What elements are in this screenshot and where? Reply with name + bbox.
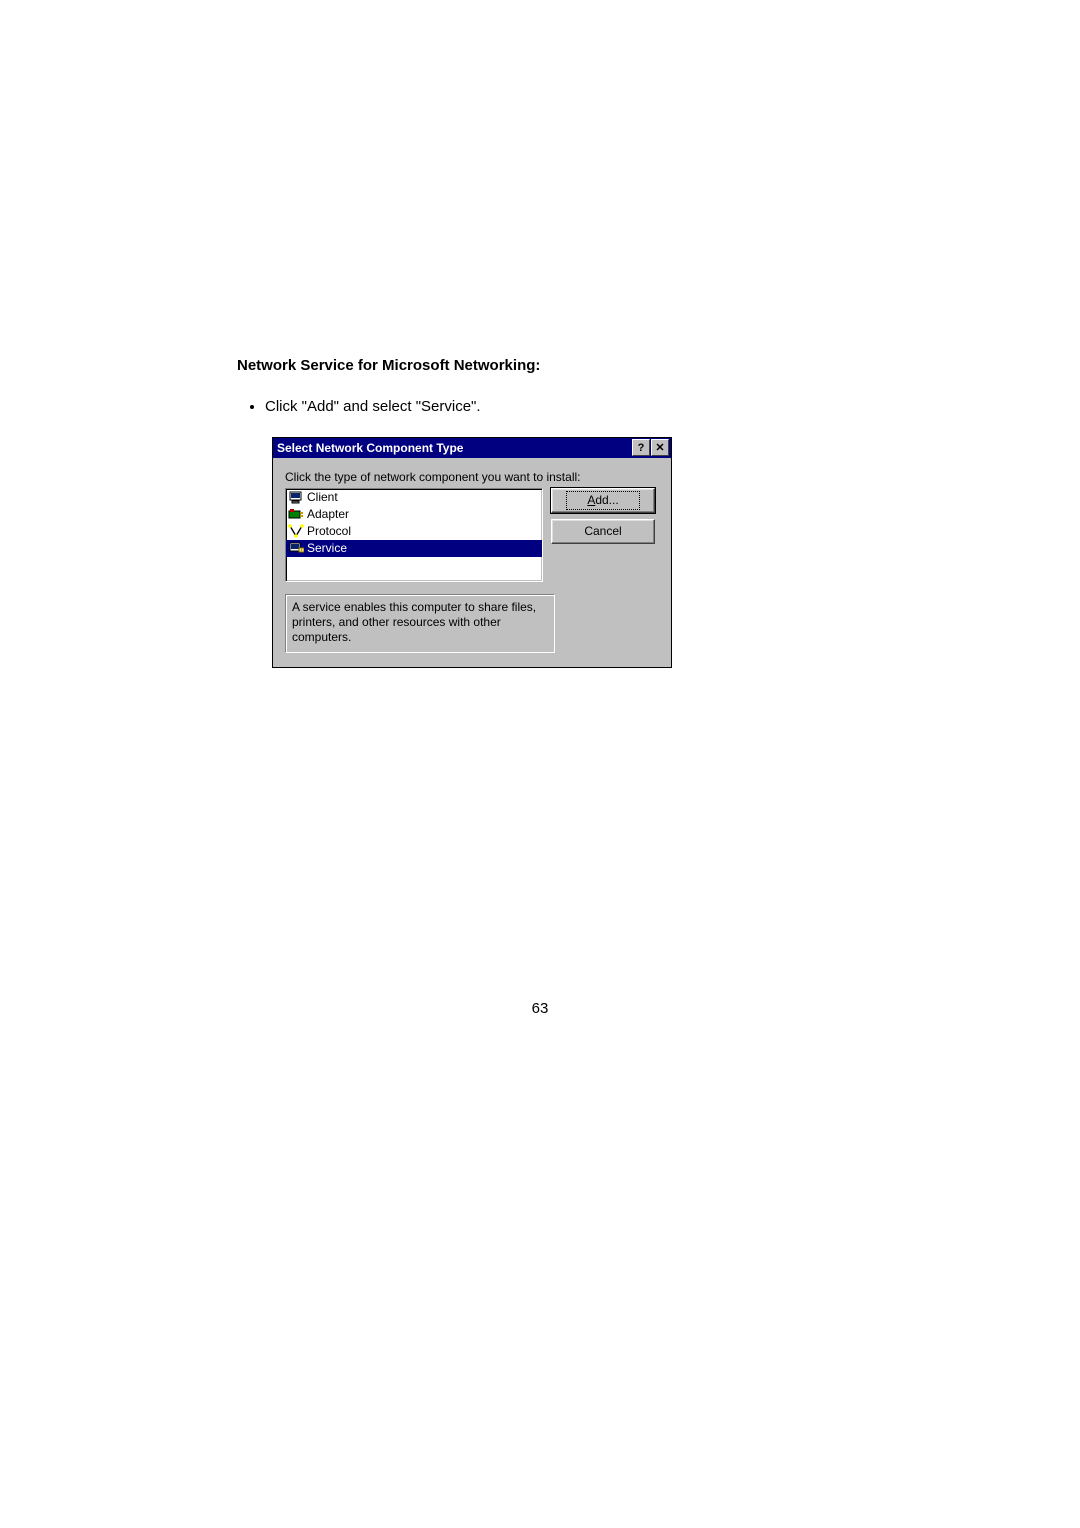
list-item-label: Adapter bbox=[307, 507, 349, 521]
description-box: A service enables this computer to share… bbox=[285, 594, 555, 653]
list-item-label: Service bbox=[307, 541, 347, 555]
page-number: 63 bbox=[0, 1000, 1080, 1017]
adapter-icon bbox=[288, 506, 304, 522]
service-icon bbox=[288, 540, 304, 556]
cancel-button[interactable]: Cancel bbox=[551, 519, 655, 544]
list-item-protocol[interactable]: Protocol bbox=[286, 523, 542, 540]
list-item-label: Protocol bbox=[307, 524, 351, 538]
help-button[interactable]: ? bbox=[632, 439, 650, 456]
bullet-item: Click "Add" and select "Service". bbox=[265, 396, 647, 419]
dialog-body: Click the type of network component you … bbox=[273, 458, 671, 667]
list-item-label: Client bbox=[307, 490, 338, 504]
document-content: Network Service for Microsoft Networking… bbox=[237, 357, 647, 668]
close-icon: ✕ bbox=[655, 441, 664, 454]
bullet-list: Click "Add" and select "Service". bbox=[237, 396, 647, 419]
help-icon: ? bbox=[638, 442, 645, 454]
close-button[interactable]: ✕ bbox=[651, 439, 669, 456]
instruction-text: Click the type of network component you … bbox=[285, 470, 661, 484]
add-button[interactable]: Add... bbox=[551, 488, 655, 513]
section-heading: Network Service for Microsoft Networking… bbox=[237, 357, 647, 374]
list-item-client[interactable]: Client bbox=[286, 489, 542, 506]
client-icon bbox=[288, 489, 304, 505]
dialog-title: Select Network Component Type bbox=[277, 441, 631, 455]
body-row: Client Adapter Protocol bbox=[285, 488, 661, 582]
protocol-icon bbox=[288, 523, 304, 539]
button-column: Add... Cancel bbox=[551, 488, 655, 544]
list-item-service[interactable]: Service bbox=[286, 540, 542, 557]
component-listbox[interactable]: Client Adapter Protocol bbox=[285, 488, 543, 582]
titlebar: Select Network Component Type ? ✕ bbox=[273, 438, 671, 458]
dialog-window: Select Network Component Type ? ✕ Click … bbox=[272, 437, 672, 668]
list-item-adapter[interactable]: Adapter bbox=[286, 506, 542, 523]
